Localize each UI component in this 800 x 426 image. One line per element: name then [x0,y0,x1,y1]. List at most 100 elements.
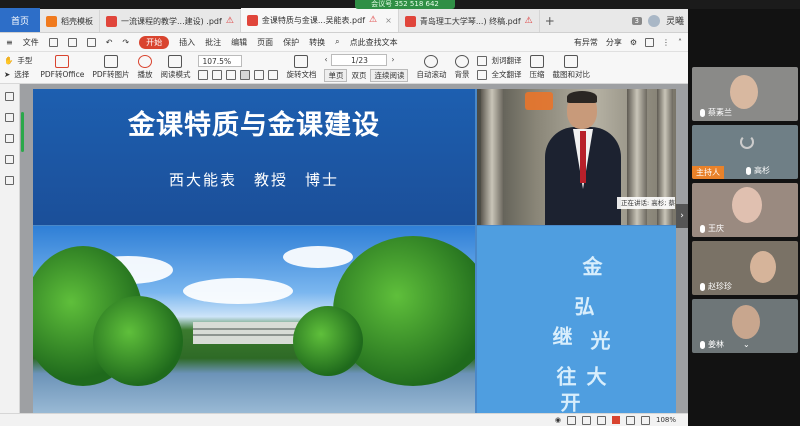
attachment-icon[interactable] [5,176,14,185]
folder-icon[interactable] [48,37,58,47]
calligraphy-char: 大 [583,366,607,392]
page-view-icon[interactable] [240,70,251,80]
annotation-icon[interactable] [5,155,14,164]
logo [525,92,553,110]
bookmark-icon[interactable] [5,113,14,122]
actual-size-icon[interactable] [226,70,237,80]
background-button[interactable]: 背景 [454,55,469,80]
full-translate-button[interactable]: 全文翻译 [491,69,521,80]
calligraphy-char: 开 [557,392,581,415]
play-button[interactable]: 播放 [137,55,152,80]
menu-protect[interactable]: 保护 [283,37,299,48]
pdf-page: 金课特质与金课建设 西大能表 教授 博士 正在讲话: 高杉; 蔡素 [33,89,676,415]
print-icon[interactable] [86,37,96,47]
eye-icon[interactable]: ◉ [555,416,561,424]
pdf-to-image-button[interactable]: PDF转图片 [92,55,129,80]
status-bar: ◉ 108% [0,413,688,426]
play-icon[interactable] [611,416,620,424]
auto-scroll-button[interactable]: 自动滚动 [416,55,446,80]
prev-page-icon[interactable]: ‹ [324,55,327,64]
campus-landscape [33,226,475,415]
tab-docer[interactable]: 稻壳模板 [40,10,100,32]
pdf-icon [404,15,416,27]
pillar [481,89,503,225]
warning-icon: ⚠ [369,15,378,25]
search-icon[interactable]: ⌕ [335,37,339,47]
pdf-icon [106,15,117,27]
read-mode-button[interactable]: 阅读模式 [160,55,190,80]
window-icon[interactable] [645,37,654,47]
participant-name: 高杉 [754,166,770,175]
fit-page-icon[interactable] [198,70,209,80]
save-icon[interactable] [67,37,77,47]
chevron-down-icon[interactable]: ⌄ [743,340,750,349]
chevron-up-icon[interactable]: ˄ [678,38,682,47]
cursor-icon: ➤ [4,70,11,79]
single-view-icon[interactable] [566,415,576,425]
tab-home[interactable]: 首页 [0,8,40,32]
redo-icon[interactable]: ↷ [122,38,129,47]
rotate-document-button[interactable]: 旋转文档 [286,55,316,80]
participant-panel: 蔡素兰 主持人 高杉 王庆 赵珍珍 姜林 ⌄ [688,9,800,426]
document-workspace: 金课特质与金课建设 西大能表 教授 博士 正在讲话: 高杉; 蔡素 [0,84,688,426]
continuous-read-button[interactable]: 连续阅读 [370,68,409,82]
menu-annotate[interactable]: 批注 [205,37,221,48]
host-badge: 主持人 [692,166,724,179]
menu-insert[interactable]: 插入 [179,37,195,48]
participant-video[interactable]: 蔡素兰 [692,67,798,121]
page-number-input[interactable]: 1/23 [331,53,388,66]
tab-pdf-golden-course[interactable]: 金课特质与金课...吴能表.pdf ⚠ × [240,8,399,32]
share-button[interactable]: 分享 [606,37,622,48]
menu-convert[interactable]: 转换 [309,37,325,48]
add-tab-button[interactable]: + [540,14,560,28]
rotate-right-icon[interactable] [268,70,279,80]
fit-width-icon[interactable] [212,70,223,80]
more-icon[interactable]: ⋮ [662,38,670,47]
microphone-icon [746,166,751,175]
pdf-to-office-button[interactable]: PDF转Office [40,55,84,80]
tab-pdf-course[interactable]: 一流课程的教学...建设) .pdf ⚠ [100,10,241,32]
avatar[interactable] [647,14,660,27]
double-view-icon[interactable] [581,415,591,425]
search-text[interactable]: 点此查找文本 [350,37,398,48]
participant-label: 高杉 [746,165,770,176]
book-view-icon[interactable] [596,415,606,425]
hand-tool[interactable]: 手型 [17,55,32,66]
user-name[interactable]: 灵曦 [666,14,684,27]
fit-width-icon[interactable] [640,415,650,425]
scrollbar-thumb[interactable] [21,112,24,152]
double-page-button[interactable]: 双页 [351,70,366,81]
tab-label: 稻壳模板 [61,16,93,26]
chevron-right-icon[interactable]: › [676,204,688,228]
zoom-input[interactable]: 107.5% [198,55,243,67]
menu-file[interactable]: 文件 [23,37,39,48]
menu-page[interactable]: 页面 [257,37,273,48]
thumbnail-icon[interactable] [5,92,14,101]
next-page-icon[interactable]: › [391,55,394,64]
participant-label: 姜林 ⌄ [700,339,750,350]
single-page-button[interactable]: 单页 [324,68,348,82]
select-tool[interactable]: 选择 [14,69,29,80]
screenshot-compare-button[interactable]: 截图和对比 [552,55,590,80]
left-sidebar [0,84,20,426]
tab-count-badge[interactable]: 3 [631,16,642,25]
word-translate-button[interactable]: 划词翻译 [491,55,521,66]
participant-video[interactable]: 赵珍珍 [692,241,798,295]
tab-pdf-qingdao[interactable]: 青岛理工大学琴...) 终稿.pdf ⚠ [399,10,540,32]
abnormal-button[interactable]: 有异常 [574,37,598,48]
participant-video[interactable]: 主持人 高杉 [692,125,798,179]
participant-video[interactable]: 王庆 [692,183,798,237]
compress-button[interactable]: 压缩 [529,55,544,80]
menu-edit[interactable]: 编辑 [231,37,247,48]
person-tie [580,131,586,183]
menu-start[interactable]: 开始 [139,35,170,49]
close-icon[interactable]: × [385,16,392,25]
status-zoom[interactable]: 108% [656,416,676,424]
gear-icon[interactable]: ⚙ [630,38,637,47]
undo-icon[interactable]: ↶ [106,38,113,47]
participant-video[interactable]: 姜林 ⌄ [692,299,798,353]
fit-icon[interactable] [625,415,635,425]
rotate-left-icon[interactable] [254,70,265,80]
image-panel-icon[interactable] [5,134,14,143]
hamburger-icon[interactable]: ≡ [6,38,13,47]
